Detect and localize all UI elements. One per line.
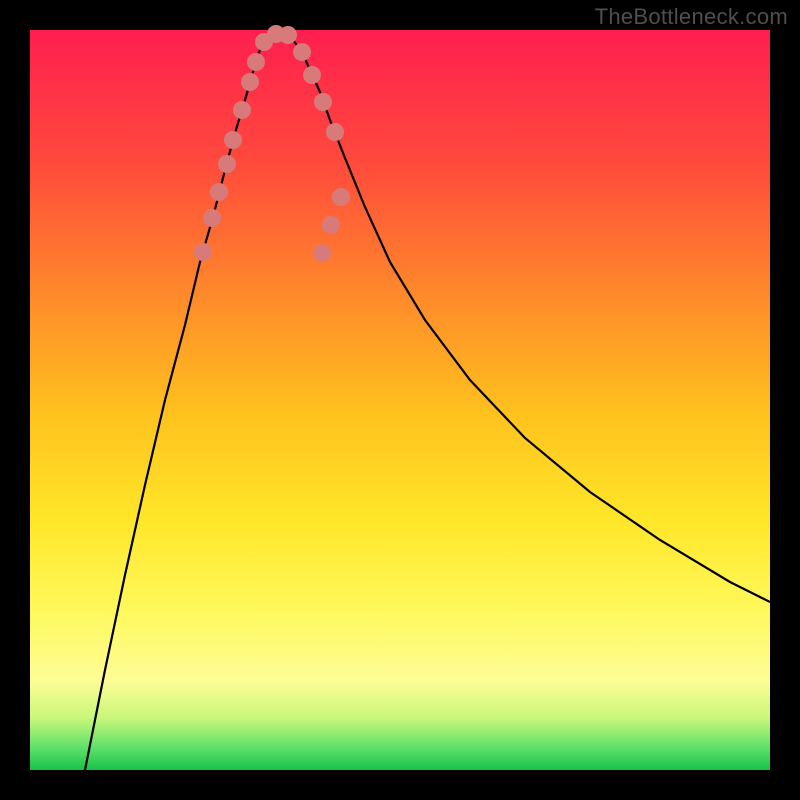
data-dot	[210, 183, 228, 201]
data-dot	[218, 155, 236, 173]
data-dot	[326, 123, 344, 141]
data-dot	[247, 53, 265, 71]
data-dots	[194, 25, 350, 262]
chart-svg	[30, 30, 770, 770]
data-dot	[224, 131, 242, 149]
data-dot	[203, 209, 221, 227]
data-dot	[314, 93, 332, 111]
watermark-text: TheBottleneck.com	[595, 4, 788, 30]
data-dot	[322, 216, 340, 234]
data-dot	[293, 43, 311, 61]
left-curve	[85, 32, 280, 770]
data-dot	[303, 66, 321, 84]
data-dot	[241, 73, 259, 91]
right-curve	[280, 32, 770, 602]
data-dot	[332, 188, 350, 206]
data-dot	[279, 26, 297, 44]
chart-frame	[30, 30, 770, 770]
data-dot	[194, 243, 212, 261]
data-dot	[233, 101, 251, 119]
data-dot	[313, 244, 331, 262]
